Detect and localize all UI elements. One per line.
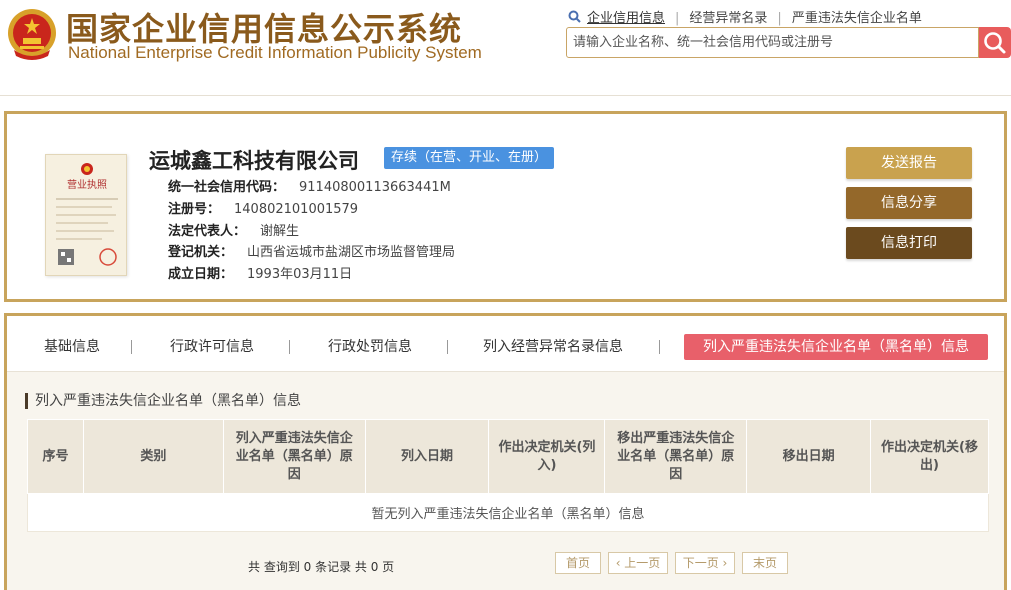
tab-admin-license[interactable]: 行政许可信息: [157, 334, 267, 360]
info-row-established: 成立日期： 1993年03月11日: [168, 263, 352, 282]
top-links: 企业信用信息 | 经营异常名录 | 严重违法失信企业名单: [568, 7, 922, 26]
pagination-info: 共 查询到 0 条记录 共 0 页: [248, 560, 395, 574]
blacklist-table: 序号 类别 列入严重违法失信企业名单（黑名单）原因 列入日期 作出决定机关(列入…: [27, 419, 989, 532]
info-value: 91140800113663441M: [299, 180, 451, 195]
column-header: 类别: [82, 419, 224, 494]
column-header: 作出决定机关(列入): [488, 419, 606, 494]
site-header: 国家企业信用信息公示系统 National Enterprise Credit …: [0, 0, 1011, 96]
link-abnormal-list[interactable]: 经营异常名录: [689, 7, 767, 26]
info-value: 山西省运城市盐湖区市场监督管理局: [247, 245, 456, 260]
link-separator: |: [777, 11, 782, 26]
info-label: 法定代表人：: [168, 224, 247, 239]
column-header: 移出日期: [746, 419, 872, 494]
business-license-image[interactable]: 营业执照: [45, 154, 127, 276]
search-box: [566, 27, 979, 58]
empty-message: 暂无列入严重违法失信企业名单（黑名单）信息: [27, 493, 989, 532]
link-blacklist[interactable]: 严重违法失信企业名单: [792, 7, 922, 26]
tab-separator: [289, 340, 290, 354]
tab-separator: [131, 340, 132, 354]
column-header: 作出决定机关(移出): [870, 419, 989, 494]
license-icon: 营业执照: [56, 163, 118, 266]
tab-basic-info[interactable]: 基础信息: [27, 334, 117, 360]
tab-separator: [659, 340, 660, 354]
tab-admin-penalty[interactable]: 行政处罚信息: [315, 334, 425, 360]
share-info-button[interactable]: 信息分享: [846, 187, 972, 219]
print-info-button[interactable]: 信息打印: [846, 227, 972, 259]
tab-abnormal-list[interactable]: 列入经营异常名录信息: [473, 334, 633, 360]
next-page-button[interactable]: 下一页 ›: [675, 552, 735, 574]
link-separator: |: [675, 11, 680, 26]
tab-bar: 基础信息 行政许可信息 行政处罚信息 列入经营异常名录信息 列入严重违法失信企业…: [7, 316, 1004, 372]
section-title: 列入严重违法失信企业名单（黑名单）信息: [25, 393, 301, 409]
search-button[interactable]: [979, 27, 1011, 58]
info-row-credit-code: 统一社会信用代码： 91140800113663441M: [168, 176, 451, 195]
info-label: 注册号：: [168, 202, 221, 217]
search-icon: [568, 10, 581, 23]
prev-page-button[interactable]: ‹ 上一页: [608, 552, 668, 574]
company-panel: 营业执照 运城鑫工科技有限公司 存续（在营、开业、在册） 统一社会信用代码： 91…: [4, 111, 1007, 302]
table-row: 暂无列入严重违法失信企业名单（黑名单）信息: [27, 493, 989, 532]
status-badge: 存续（在营、开业、在册）: [384, 147, 555, 169]
info-label: 成立日期：: [168, 267, 234, 282]
column-header: 移出严重违法失信企业名单（黑名单）原因: [604, 419, 748, 494]
tab-blacklist[interactable]: 列入严重违法失信企业名单（黑名单）信息: [684, 334, 988, 360]
site-subtitle: National Enterprise Credit Information P…: [68, 43, 482, 62]
info-value: 谢解生: [260, 224, 300, 239]
license-title: 营业执照: [67, 178, 107, 191]
search-input[interactable]: [567, 28, 978, 57]
info-value: 140802101001579: [234, 202, 359, 217]
last-page-button[interactable]: 末页: [742, 552, 788, 574]
column-header: 序号: [27, 419, 84, 494]
column-header: 列入严重违法失信企业名单（黑名单）原因: [222, 419, 366, 494]
link-credit-info[interactable]: 企业信用信息: [587, 7, 665, 26]
company-name: 运城鑫工科技有限公司: [149, 149, 359, 173]
national-emblem-icon: [8, 9, 56, 60]
first-page-button[interactable]: 首页: [555, 552, 601, 574]
table-header-row: 序号 类别 列入严重违法失信企业名单（黑名单）原因 列入日期 作出决定机关(列入…: [27, 419, 989, 494]
info-label: 登记机关：: [168, 245, 234, 260]
search-icon: [984, 32, 1006, 54]
info-row-reg-number: 注册号： 140802101001579: [168, 198, 358, 217]
info-value: 1993年03月11日: [247, 267, 353, 282]
info-row-authority: 登记机关： 山西省运城市盐湖区市场监督管理局: [168, 241, 455, 260]
send-report-button[interactable]: 发送报告: [846, 147, 972, 179]
tab-separator: [447, 340, 448, 354]
tabs-panel: 基础信息 行政许可信息 行政处罚信息 列入经营异常名录信息 列入严重违法失信企业…: [4, 313, 1007, 590]
column-header: 列入日期: [364, 419, 490, 494]
info-row-legal-rep: 法定代表人： 谢解生: [168, 220, 299, 239]
info-label: 统一社会信用代码：: [168, 180, 286, 195]
